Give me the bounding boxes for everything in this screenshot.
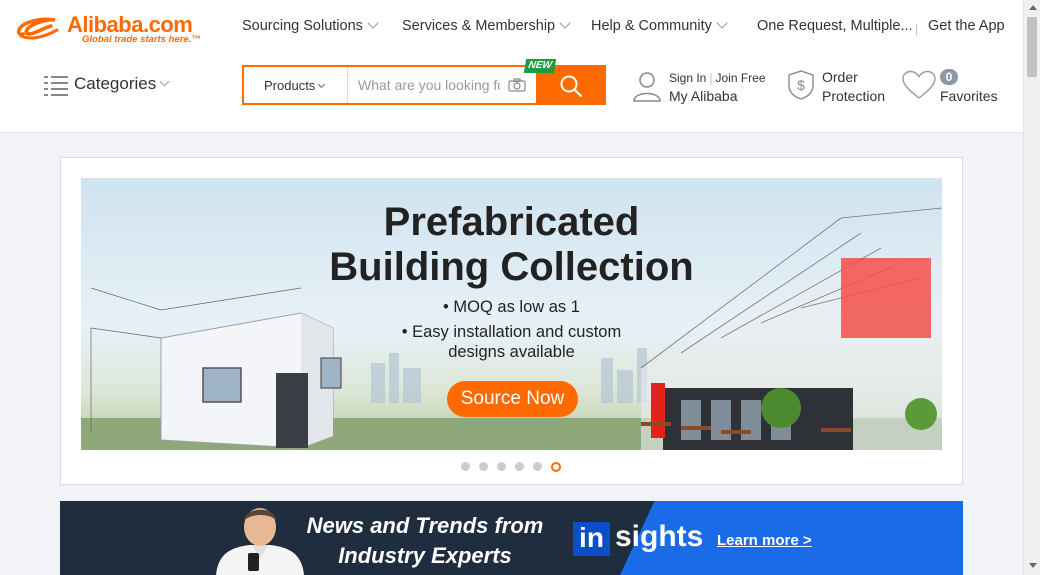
insights-banner[interactable]: News and Trends from Industry Experts in…: [60, 501, 963, 575]
chevron-down-icon: [367, 17, 379, 29]
nav-sourcing-solutions[interactable]: Sourcing Solutions: [242, 17, 379, 34]
favorites-count-badge: 0: [940, 69, 958, 85]
hero-carousel: Prefabricated Building Collection • MOQ …: [60, 157, 963, 485]
chevron-down-icon: [559, 17, 571, 29]
learn-more-link[interactable]: Learn more >: [717, 532, 812, 549]
nav-divider: |: [915, 22, 919, 36]
carousel-dot[interactable]: [479, 462, 488, 471]
banner-title-line1: Prefabricated: [383, 200, 640, 244]
banner-title: Prefabricated Building Collection: [81, 200, 942, 290]
alibaba-logo[interactable]: Alibaba.com Global trade starts here.™: [15, 12, 215, 48]
carousel-dot-active[interactable]: [551, 462, 561, 472]
svg-text:$: $: [797, 77, 805, 93]
nav-label: One Request, Multiple...: [757, 18, 913, 34]
order-protection-line2: Protection: [822, 88, 886, 104]
nav-services-membership[interactable]: Services & Membership: [402, 17, 571, 34]
insights-logo-sights: sights: [615, 520, 704, 553]
carousel-dot[interactable]: [461, 462, 470, 471]
insights-headline-line1: News and Trends from: [306, 513, 544, 538]
join-free-link[interactable]: Join Free: [715, 71, 765, 85]
nav-get-the-app[interactable]: Get the App: [928, 18, 1005, 34]
nav-one-request[interactable]: One Request, Multiple...: [757, 18, 913, 34]
banner-bullet: • Easy installation and custom: [401, 323, 622, 341]
banner-bullets: • MOQ as low as 1 • Easy installation an…: [81, 297, 942, 362]
insights-logo-in: in: [573, 522, 610, 556]
sign-in-link[interactable]: Sign In: [669, 71, 706, 85]
my-alibaba-link[interactable]: My Alibaba: [669, 88, 737, 104]
banner-title-line2: Building Collection: [329, 245, 694, 289]
nav-label: Services & Membership: [402, 18, 556, 34]
categories-label: Categories: [74, 74, 157, 93]
chevron-down-icon: [318, 80, 326, 89]
auth-links: Sign In | Join Free: [669, 71, 766, 85]
heart-icon: [902, 70, 936, 99]
camera-icon[interactable]: [508, 78, 526, 92]
chevron-down-icon: [716, 17, 728, 29]
banner-bullet: • MOQ as low as 1: [443, 298, 580, 316]
search-icon: [560, 75, 583, 98]
banner-bullet: designs available: [448, 343, 575, 361]
carousel-dot[interactable]: [497, 462, 506, 471]
insights-headline-line2: Industry Experts: [338, 543, 512, 568]
search-type-dropdown[interactable]: Products: [244, 67, 348, 103]
source-now-button[interactable]: Source Now: [447, 381, 578, 417]
insights-headline: News and Trends from Industry Experts: [300, 511, 550, 571]
auth-divider: |: [709, 71, 713, 85]
alibaba-logo-mark-icon: [17, 17, 59, 40]
nav-label: Help & Community: [591, 18, 712, 34]
chevron-down-icon: [159, 76, 170, 87]
user-icon: [633, 72, 661, 102]
shield-dollar-icon: $: [788, 70, 814, 100]
carousel-dot[interactable]: [533, 462, 542, 471]
search-type-label: Products: [264, 78, 316, 93]
carousel-dot[interactable]: [515, 462, 524, 471]
nav-label: Get the App: [928, 18, 1005, 34]
nav-help-community[interactable]: Help & Community: [591, 17, 728, 34]
scroll-down-arrow-icon[interactable]: [1029, 563, 1037, 568]
scroll-up-arrow-icon[interactable]: [1029, 5, 1037, 10]
presenter-photo: [216, 508, 304, 575]
new-badge: NEW: [523, 59, 557, 73]
scroll-thumb[interactable]: [1027, 17, 1037, 77]
page-scrollbar[interactable]: [1023, 0, 1040, 575]
hamburger-icon: [44, 76, 68, 96]
favorites-label: Favorites: [940, 88, 998, 104]
nav-label: Sourcing Solutions: [242, 18, 363, 34]
hero-banner[interactable]: Prefabricated Building Collection • MOQ …: [81, 178, 942, 450]
search-input[interactable]: [350, 69, 500, 101]
brand-tagline: Global trade starts here.™: [82, 34, 201, 45]
order-protection-line1: Order: [822, 69, 858, 85]
site-header: Alibaba.com Global trade starts here.™ S…: [0, 0, 1023, 133]
